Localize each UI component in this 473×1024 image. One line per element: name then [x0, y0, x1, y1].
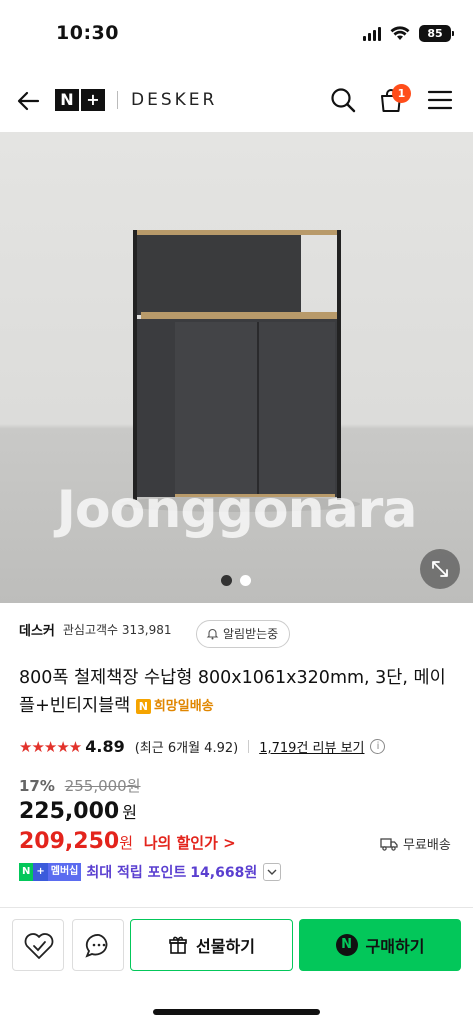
heart-check-icon — [24, 933, 54, 959]
membership-badge-plus: + — [33, 863, 48, 881]
nplus-logo-plus: + — [81, 89, 105, 111]
status-icons: 85 — [363, 25, 454, 42]
buy-label: 구매하기 — [365, 937, 425, 956]
points-row[interactable]: N + 멤버십 최대 적립 포인트 14,668원 — [19, 862, 282, 882]
alarm-label: 알림받는중 — [223, 627, 279, 641]
product-title: 800폭 철제책장 수납형 800x1061x320mm, 3단, 메이플+빈티… — [19, 664, 459, 721]
battery-icon: 85 — [419, 25, 454, 42]
gift-icon — [169, 936, 187, 954]
nplus-logo[interactable]: N + — [55, 89, 105, 111]
sale-price-row: 225,000 원 — [19, 799, 137, 824]
search-icon[interactable] — [329, 86, 357, 114]
product-image-carousel[interactable]: Joonggonara — [0, 132, 473, 603]
membership-badge-label: 멤버십 — [47, 863, 82, 881]
points-amount: 14,668원 — [190, 865, 258, 881]
logo-divider — [117, 91, 118, 109]
shipping-info: 무료배송 — [380, 834, 451, 853]
my-discount-price: 209,250 — [19, 829, 120, 854]
delivery-n-icon: N — [135, 699, 151, 714]
gift-label: 선물하기 — [196, 937, 255, 956]
carousel-dot-1[interactable] — [221, 575, 232, 586]
alarm-subscribe-button[interactable]: 알림받는중 — [196, 620, 291, 648]
bottom-action-bar: 선물하기 N 구매하기 — [0, 907, 473, 1024]
cellular-signal-icon — [363, 26, 381, 41]
original-price-row: 17% 255,000원 — [19, 775, 141, 796]
wifi-icon — [390, 26, 410, 40]
nplus-logo-n: N — [55, 89, 79, 111]
points-expand-button[interactable] — [263, 863, 282, 881]
status-bar: 10:30 85 — [0, 0, 473, 68]
sale-price: 225,000 — [19, 799, 120, 824]
nplus-membership-badge: N + 멤버십 — [19, 863, 82, 881]
my-price-unit: 원 — [119, 834, 134, 852]
brand-row: 데스커 관심고객수 313,981 — [19, 620, 172, 639]
status-time: 10:30 — [56, 22, 119, 44]
gift-button[interactable]: 선물하기 — [130, 919, 293, 971]
shipping-label: 무료배송 — [403, 838, 451, 853]
delivery-badge-label: 희망일배송 — [153, 698, 214, 714]
cart-count-badge: 1 — [392, 84, 411, 103]
divider — [248, 740, 250, 753]
rating-value: 4.89 — [85, 737, 125, 756]
product-title-text: 800폭 철제책장 수납형 800x1061x320mm, 3단, 메이플+빈티… — [19, 668, 446, 716]
back-arrow-icon[interactable] — [16, 88, 42, 114]
rating-row: ★★★★★ 4.89 (최근 6개월 4.92) 1,719건 리뷰 보기 i — [19, 737, 386, 756]
menu-icon[interactable] — [426, 86, 454, 114]
max-points: 최대 적립 포인트 14,668원 — [86, 862, 257, 882]
truck-icon — [380, 837, 398, 851]
home-indicator[interactable] — [153, 1009, 320, 1015]
expand-icon — [432, 561, 448, 577]
carousel-dot-2[interactable] — [240, 575, 251, 586]
my-discount-label: 나의 할인가 > — [143, 834, 236, 852]
membership-badge-n: N — [19, 863, 34, 881]
bell-icon — [206, 628, 219, 640]
wishlist-button[interactable] — [12, 919, 64, 971]
watermark-text: Joonggonara — [56, 480, 418, 540]
review-link[interactable]: 1,719건 리뷰 보기 — [259, 737, 364, 756]
points-label: 최대 적립 포인트 — [86, 865, 187, 881]
original-price: 255,000원 — [64, 777, 141, 795]
hope-day-delivery-badge: N 희망일배송 — [135, 693, 214, 721]
brand-name[interactable]: 데스커 — [19, 620, 55, 639]
recent-rating: (최근 6개월 4.92) — [134, 741, 239, 756]
chat-bubble-icon — [85, 934, 108, 958]
chevron-down-icon — [267, 869, 277, 875]
discount-rate: 17% — [19, 777, 55, 795]
sale-price-unit: 원 — [122, 803, 137, 822]
interest-count: 관심고객수 313,981 — [62, 623, 172, 637]
expand-image-button[interactable] — [420, 549, 460, 589]
carousel-pagination — [221, 575, 251, 586]
store-name[interactable]: DESKER — [131, 90, 217, 110]
chat-button[interactable] — [72, 919, 124, 971]
my-discount-price-row[interactable]: 209,250원 나의 할인가 > — [19, 829, 236, 854]
top-navigation: N + DESKER 1 — [0, 68, 473, 132]
star-rating-icon: ★★★★★ — [19, 737, 82, 756]
naver-pay-icon: N — [335, 934, 358, 956]
buy-button[interactable]: N 구매하기 — [299, 919, 461, 971]
info-icon[interactable]: i — [370, 739, 386, 754]
